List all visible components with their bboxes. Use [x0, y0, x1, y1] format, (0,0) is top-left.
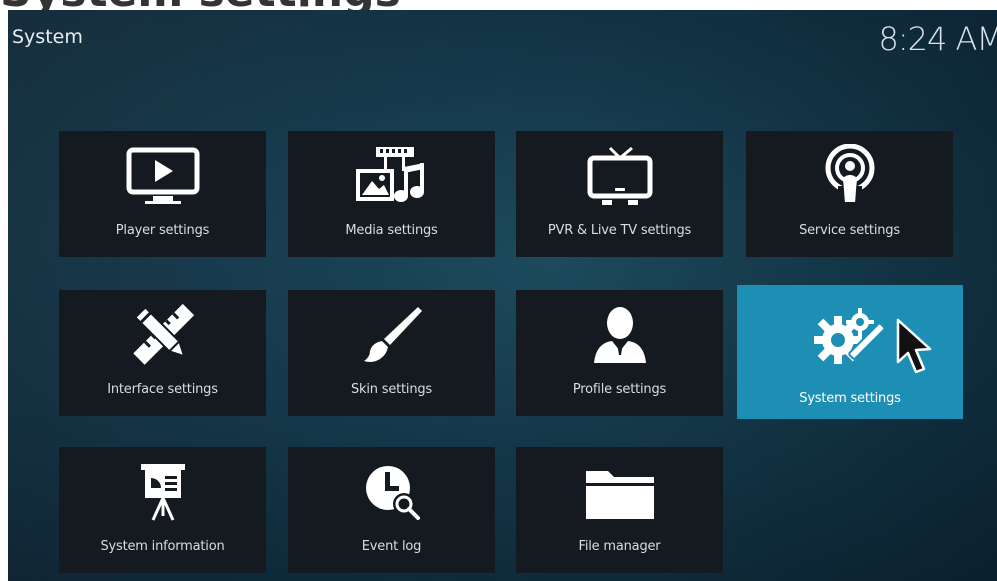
- kodi-screen: System 8:24 AM Player settings Media set…: [8, 10, 997, 581]
- clock: 8:24 AM: [878, 20, 997, 58]
- tile-label: Interface settings: [107, 382, 218, 397]
- tile-interface-settings[interactable]: Interface settings: [59, 290, 266, 416]
- cropped-heading: System settings: [0, 0, 401, 10]
- clock-search-icon: [288, 459, 495, 525]
- pencil-ruler-icon: [59, 302, 266, 368]
- folder-icon: [516, 459, 723, 525]
- tile-event-log[interactable]: Event log: [288, 447, 495, 573]
- tile-label: Service settings: [799, 223, 900, 238]
- tile-label: Media settings: [345, 223, 438, 238]
- media-icon: [288, 143, 495, 209]
- tile-label: Event log: [361, 539, 422, 554]
- tile-label: System information: [100, 539, 225, 554]
- tile-label: File manager: [578, 539, 661, 554]
- tile-file-manager[interactable]: File manager: [516, 447, 723, 573]
- window-title: System: [12, 26, 83, 48]
- paintbrush-icon: [288, 302, 495, 368]
- tile-profile-settings[interactable]: Profile settings: [516, 290, 723, 416]
- tile-system-information[interactable]: System information: [59, 447, 266, 573]
- podcast-icon: [746, 143, 953, 209]
- tile-skin-settings[interactable]: Skin settings: [288, 290, 495, 416]
- tile-player-settings[interactable]: Player settings: [59, 131, 266, 257]
- tile-label: PVR & Live TV settings: [547, 223, 692, 238]
- player-icon: [59, 143, 266, 209]
- mouse-pointer-icon: [896, 318, 936, 386]
- tile-label: Profile settings: [572, 382, 667, 397]
- tv-icon: [516, 143, 723, 209]
- tile-pvr-live-tv-settings[interactable]: PVR & Live TV settings: [516, 131, 723, 257]
- tile-label: Skin settings: [350, 382, 432, 397]
- tile-media-settings[interactable]: Media settings: [288, 131, 495, 257]
- tile-service-settings[interactable]: Service settings: [746, 131, 953, 257]
- presentation-icon: [59, 459, 266, 525]
- profile-icon: [516, 302, 723, 368]
- tile-label: Player settings: [115, 223, 210, 238]
- cropped-heading-strip: System settings: [0, 0, 997, 10]
- tile-label: System settings: [799, 391, 901, 406]
